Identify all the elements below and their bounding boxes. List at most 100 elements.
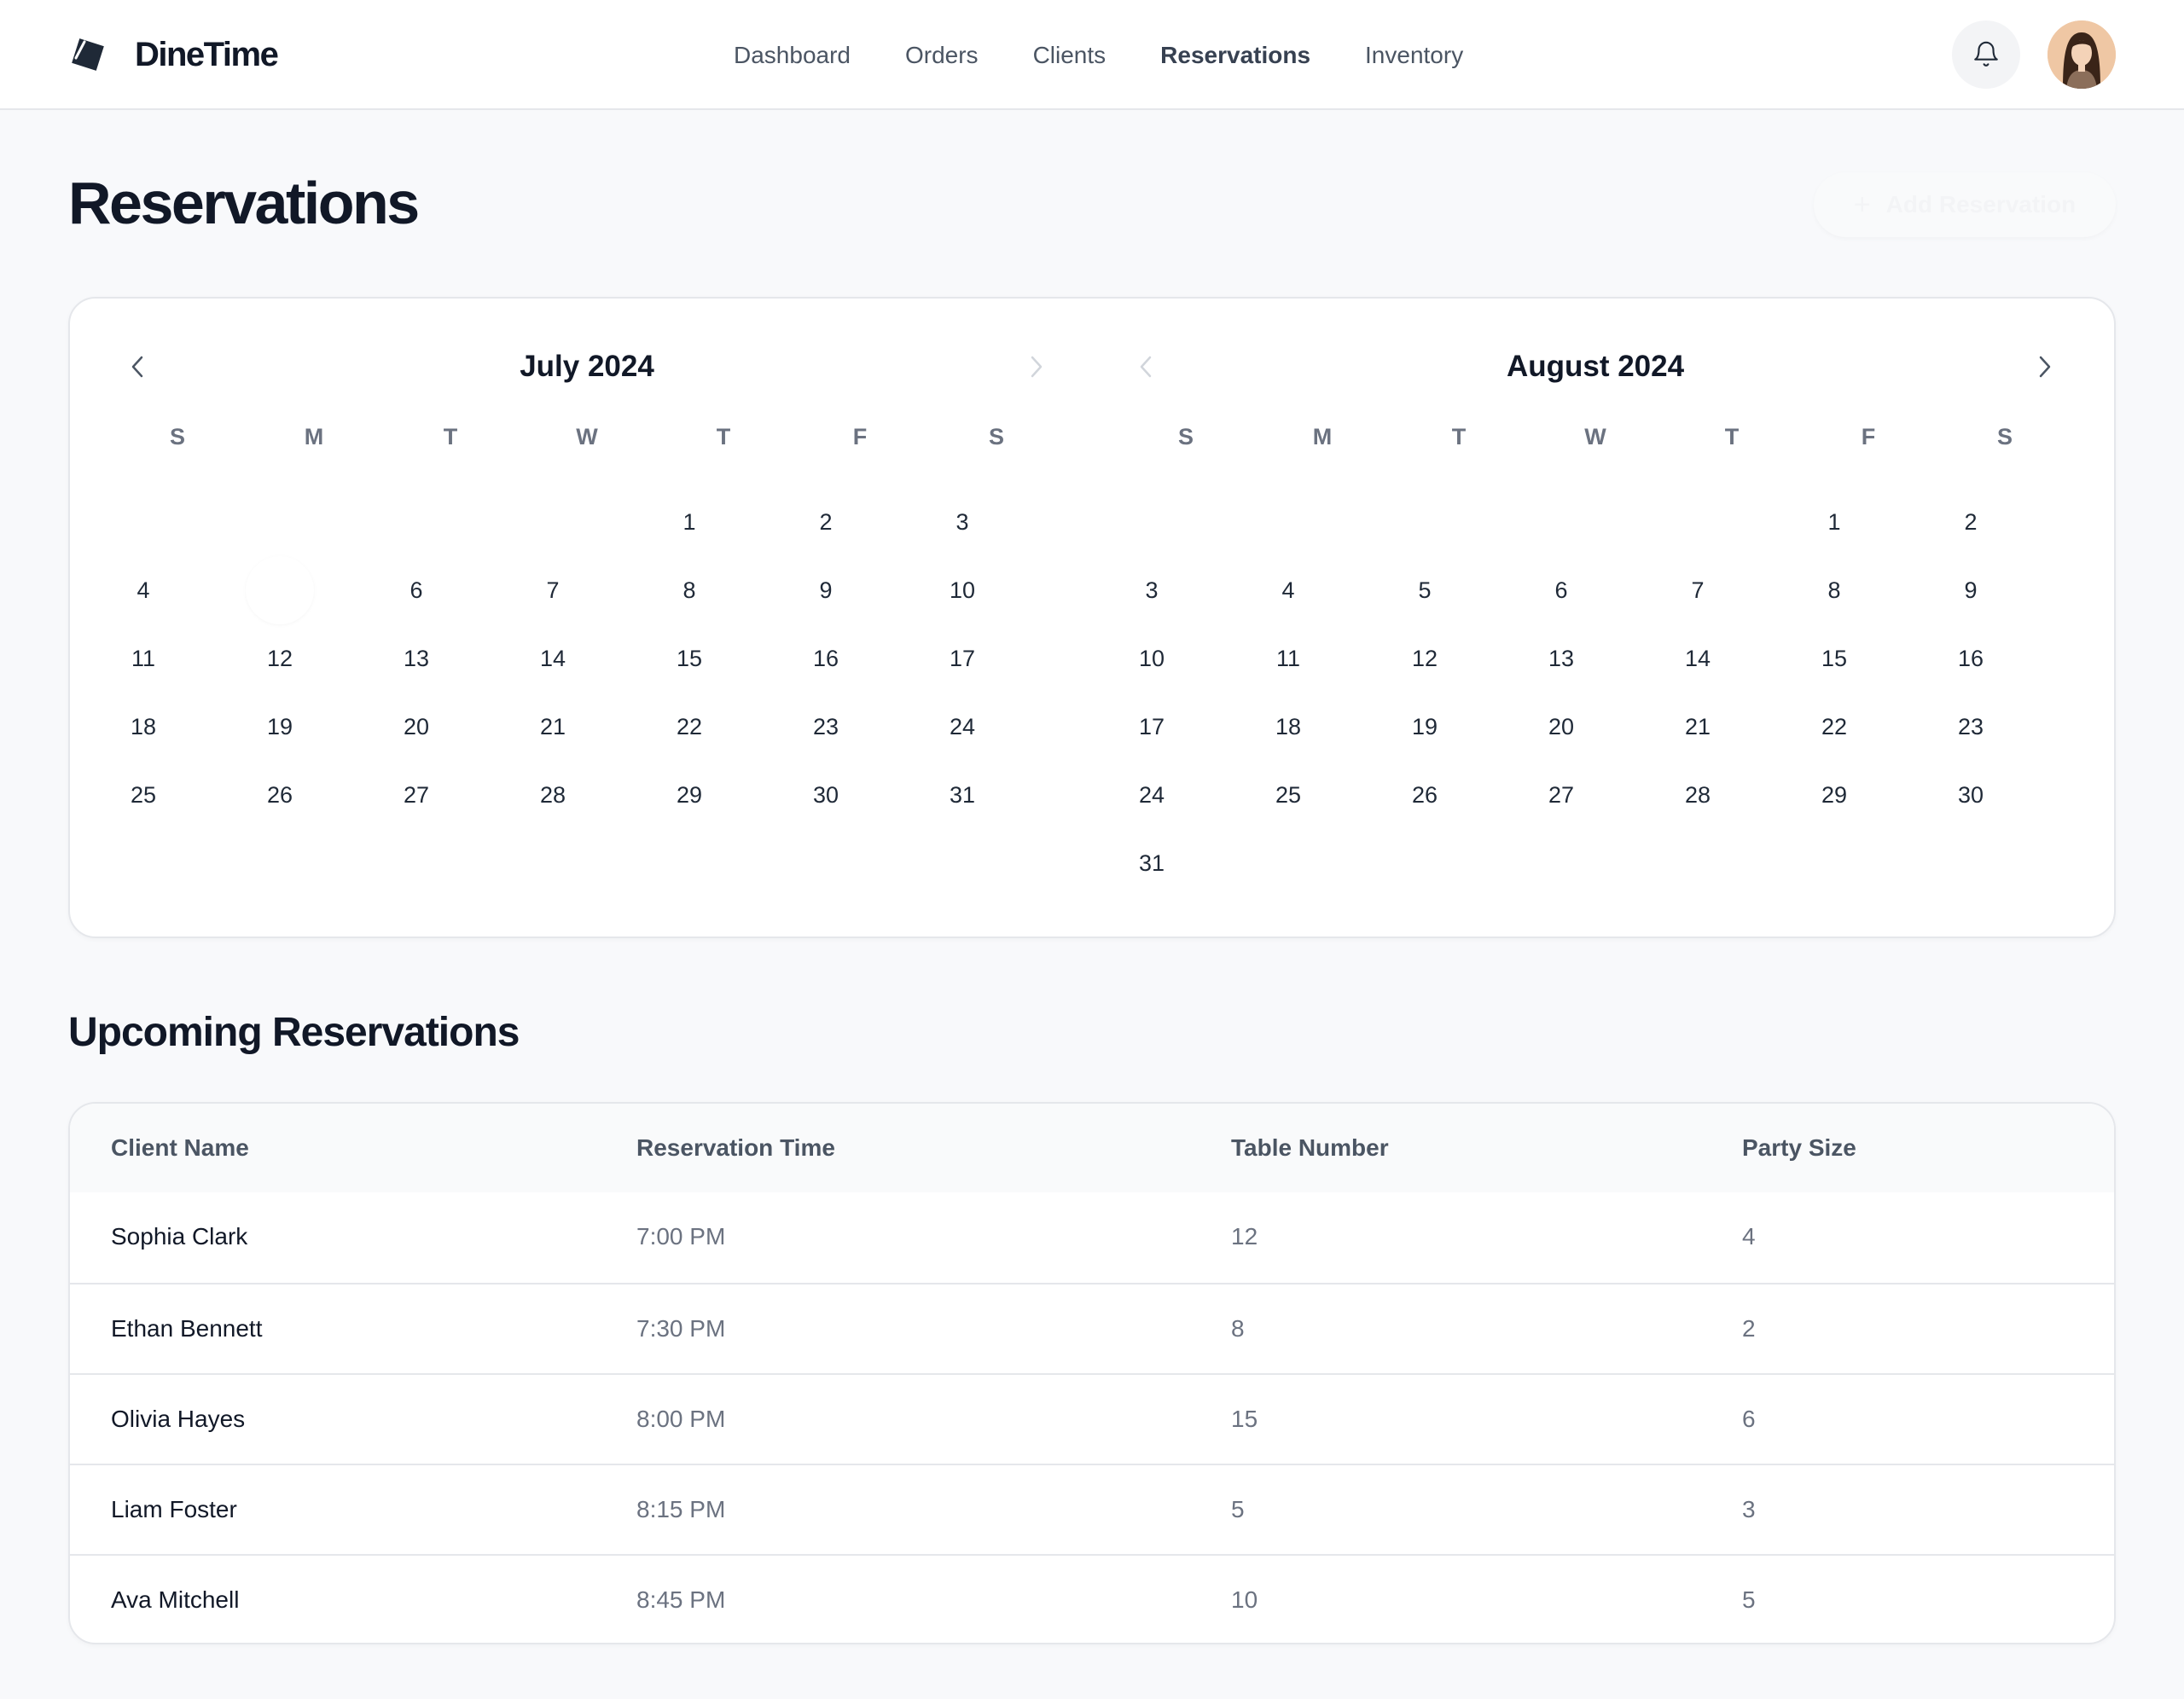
main-nav: Dashboard Orders Clients Reservations In…	[734, 34, 1518, 77]
calendar-day[interactable]: 25	[1254, 761, 1322, 829]
calendar-day[interactable]: 16	[792, 624, 860, 693]
table-row[interactable]: Sophia Clark 7:00 PM 12 4	[70, 1192, 2114, 1283]
calendar-day[interactable]: 28	[1664, 761, 1732, 829]
calendar-day[interactable]: 1	[655, 488, 723, 556]
calendar-day[interactable]: 10	[928, 556, 996, 624]
notifications-button[interactable]	[1952, 20, 2020, 89]
calendar-day[interactable]: 6	[1527, 556, 1595, 624]
calendar-month-july: July 2024 S M T W T F S 1 2 3 4 6 7 8 9 10 11 12 13…	[109, 299, 1065, 936]
calendar-day[interactable]: 8	[1800, 556, 1868, 624]
calendar-day[interactable]: 31	[928, 761, 996, 829]
table-row[interactable]: Liam Foster 8:15 PM 5 3	[70, 1464, 2114, 1554]
table-row[interactable]: Ava Mitchell 8:45 PM 10 5	[70, 1554, 2114, 1643]
calendar-day[interactable]: 9	[1937, 556, 2005, 624]
table-number: 5	[1231, 1496, 1245, 1522]
calendar-day[interactable]: 22	[1800, 693, 1868, 761]
calendar-day[interactable]: 7	[1664, 556, 1732, 624]
calendar-day[interactable]: 30	[792, 761, 860, 829]
calendar-day[interactable]: 2	[1937, 488, 2005, 556]
calendar-day[interactable]: 21	[519, 693, 587, 761]
calendar-day[interactable]: 12	[246, 624, 314, 693]
top-navigation-bar: DineTime Dashboard Orders Clients Reserv…	[0, 0, 2184, 110]
calendar-day[interactable]: 18	[1254, 693, 1322, 761]
table-number: 10	[1231, 1586, 1258, 1613]
calendar-day[interactable]: 9	[792, 556, 860, 624]
party-size: 6	[1742, 1406, 1756, 1432]
add-reservation-button[interactable]: + Add Reservation	[1814, 172, 2116, 237]
calendar-day[interactable]: 23	[792, 693, 860, 761]
reservation-time: 8:15 PM	[636, 1496, 726, 1522]
calendar-day[interactable]: 17	[1118, 693, 1186, 761]
calendar-day[interactable]: 31	[1118, 829, 1186, 897]
calendar-day[interactable]: 10	[1118, 624, 1186, 693]
nav-inventory[interactable]: Inventory	[1365, 42, 1463, 69]
user-avatar-icon	[2048, 20, 2116, 89]
table-row[interactable]: Olivia Hayes 8:00 PM 15 6	[70, 1373, 2114, 1464]
brand[interactable]: DineTime	[68, 32, 279, 77]
column-header-client-name[interactable]: Client Name	[111, 1104, 249, 1192]
upcoming-reservations-title: Upcoming Reservations	[68, 1010, 520, 1055]
calendar-day[interactable]: 4	[109, 556, 177, 624]
reservation-time: 7:00 PM	[636, 1223, 726, 1250]
calendar-day[interactable]: 11	[1254, 624, 1322, 693]
calendar-day[interactable]: 11	[109, 624, 177, 693]
calendar-day[interactable]: 24	[1118, 761, 1186, 829]
avatar[interactable]	[2048, 20, 2116, 89]
calendar-day[interactable]: 15	[655, 624, 723, 693]
party-size: 4	[1742, 1223, 1756, 1250]
nav-dashboard[interactable]: Dashboard	[734, 42, 851, 69]
calendar-day[interactable]: 20	[382, 693, 450, 761]
party-size: 3	[1742, 1496, 1756, 1522]
calendar-day[interactable]: 24	[928, 693, 996, 761]
calendar-day[interactable]: 27	[382, 761, 450, 829]
calendar-day[interactable]: 19	[246, 693, 314, 761]
calendar-day[interactable]: 16	[1937, 624, 2005, 693]
calendar-day[interactable]: 6	[382, 556, 450, 624]
calendar-day[interactable]: 8	[655, 556, 723, 624]
calendar-day[interactable]: 15	[1800, 624, 1868, 693]
calendar-day[interactable]: 1	[1800, 488, 1868, 556]
client-name: Ava Mitchell	[111, 1586, 240, 1613]
calendar-day[interactable]: 23	[1937, 693, 2005, 761]
calendar-day[interactable]: 14	[519, 624, 587, 693]
calendar-day[interactable]: 30	[1937, 761, 2005, 829]
calendar-day[interactable]: 26	[1391, 761, 1459, 829]
calendar-day[interactable]: 2	[792, 488, 860, 556]
reservation-time: 8:45 PM	[636, 1586, 726, 1613]
calendar-day[interactable]: 12	[1391, 624, 1459, 693]
calendar-day[interactable]: 17	[928, 624, 996, 693]
calendar-day[interactable]: 5	[1391, 556, 1459, 624]
nav-orders[interactable]: Orders	[905, 42, 979, 69]
nav-reservations[interactable]: Reservations	[1160, 42, 1310, 69]
bell-icon	[1974, 41, 1998, 67]
table-header: Client Name Reservation Time Table Numbe…	[70, 1104, 2114, 1192]
calendar-day[interactable]: 27	[1527, 761, 1595, 829]
reservation-time: 7:30 PM	[636, 1315, 726, 1342]
calendar-day[interactable]: 25	[109, 761, 177, 829]
calendar-day[interactable]: 3	[928, 488, 996, 556]
calendar-day[interactable]: 19	[1391, 693, 1459, 761]
calendar-day[interactable]: 4	[1254, 556, 1322, 624]
calendar-day[interactable]: 29	[655, 761, 723, 829]
calendar-day[interactable]: 13	[382, 624, 450, 693]
calendar-day[interactable]: 13	[1527, 624, 1595, 693]
column-header-reservation-time[interactable]: Reservation Time	[636, 1104, 835, 1192]
client-name: Ethan Bennett	[111, 1315, 263, 1342]
client-name: Liam Foster	[111, 1496, 237, 1522]
calendar-day[interactable]: 22	[655, 693, 723, 761]
calendar-day[interactable]: 3	[1118, 556, 1186, 624]
column-header-table-number[interactable]: Table Number	[1231, 1104, 1389, 1192]
calendar-day[interactable]: 7	[519, 556, 587, 624]
reservation-time: 8:00 PM	[636, 1406, 726, 1432]
calendar-day[interactable]: 18	[109, 693, 177, 761]
nav-clients[interactable]: Clients	[1033, 42, 1107, 69]
calendar-day[interactable]: 20	[1527, 693, 1595, 761]
table-row[interactable]: Ethan Bennett 7:30 PM 8 2	[70, 1283, 2114, 1373]
calendar-day[interactable]: 14	[1664, 624, 1732, 693]
calendar-day[interactable]: 29	[1800, 761, 1868, 829]
calendar-day[interactable]: 28	[519, 761, 587, 829]
calendar-day[interactable]	[246, 556, 314, 624]
calendar-day[interactable]: 21	[1664, 693, 1732, 761]
calendar-day[interactable]: 26	[246, 761, 314, 829]
column-header-party-size[interactable]: Party Size	[1742, 1104, 1856, 1192]
